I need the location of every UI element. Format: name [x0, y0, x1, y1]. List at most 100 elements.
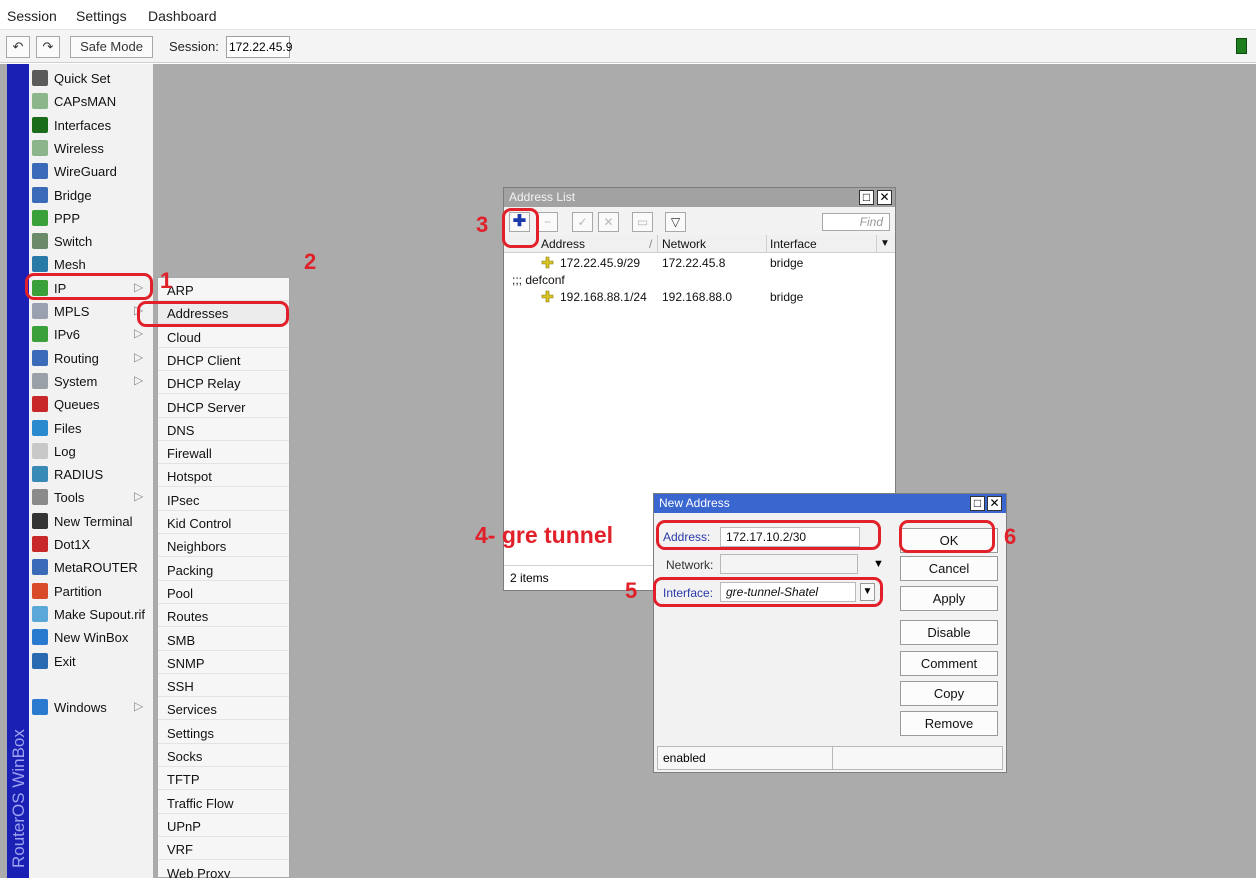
windows-icon [32, 698, 48, 715]
submenu-item-snmp[interactable]: SNMP [158, 651, 289, 674]
submenu-item-dhcp-client[interactable]: DHCP Client [158, 348, 289, 371]
submenu-item-ssh[interactable]: SSH [158, 674, 289, 698]
submenu-item-settings[interactable]: Settings [158, 721, 289, 744]
submenu-item-pool[interactable]: Pool [158, 581, 289, 604]
maximize-button[interactable]: □ [970, 496, 985, 511]
submenu-item-hotspot[interactable]: Hotspot [158, 464, 289, 488]
submenu-item-dns[interactable]: DNS [158, 418, 289, 441]
filter-button[interactable]: ▽ [665, 212, 686, 232]
submenu-item-routes[interactable]: Routes [158, 604, 289, 628]
submenu-item-kid-control[interactable]: Kid Control [158, 511, 289, 534]
supout-icon [32, 605, 48, 622]
column-interface[interactable]: Interface [770, 237, 817, 251]
sidebar-item-label: Switch [54, 234, 93, 250]
apply-button[interactable]: Apply [900, 586, 998, 611]
safe-mode-button[interactable]: Safe Mode [70, 36, 153, 58]
column-address[interactable]: Address [541, 237, 585, 251]
comment-button[interactable]: Comment [900, 651, 998, 676]
submenu-item-dhcp-server[interactable]: DHCP Server [158, 395, 289, 418]
submenu-item-label: Web Proxy [167, 865, 231, 878]
sidebar-item-wireguard[interactable]: WireGuard [29, 160, 153, 182]
sidebar-item-quick-set[interactable]: Quick Set [29, 67, 153, 89]
cancel-button[interactable]: Cancel [900, 556, 998, 581]
submenu-item-smb[interactable]: SMB [158, 628, 289, 651]
submenu-item-vrf[interactable]: VRF [158, 837, 289, 861]
submenu-item-label: Traffic Flow [167, 795, 234, 811]
submenu-item-socks[interactable]: Socks [158, 744, 289, 767]
maximize-button[interactable]: □ [859, 190, 874, 205]
close-button[interactable]: ✕ [877, 190, 892, 205]
left-menu: Quick Set CAPsMAN Interfaces Wireless WireGu… [29, 64, 153, 878]
copy-button[interactable]: Copy [900, 681, 998, 706]
submenu-item-upnp[interactable]: UPnP [158, 814, 289, 837]
column-network[interactable]: Network [662, 237, 706, 251]
new-address-title[interactable]: New Address [654, 494, 1006, 513]
menu-settings[interactable]: Settings [76, 8, 127, 24]
submenu-item-ipsec[interactable]: IPsec [158, 488, 289, 511]
comment-row[interactable]: ;;; defconf [504, 271, 895, 288]
sidebar-item-interfaces[interactable]: Interfaces [29, 114, 153, 136]
menu-dashboard[interactable]: Dashboard [148, 8, 217, 24]
sidebar-item-routing[interactable]: Routing ▷ [29, 347, 153, 369]
sidebar-item-exit[interactable]: Exit [29, 650, 153, 672]
submenu-arrow-icon: ▷ [134, 698, 144, 713]
sidebar-item-label: Make Supout.rif [54, 606, 146, 622]
sidebar-item-windows[interactable]: Windows ▷ [29, 696, 153, 718]
submenu-item-firewall[interactable]: Firewall [158, 441, 289, 465]
sidebar-item-switch[interactable]: Switch [29, 230, 153, 252]
close-button[interactable]: ✕ [987, 496, 1002, 511]
sidebar-item-system[interactable]: System ▷ [29, 370, 153, 392]
sidebar-item-wireless[interactable]: Wireless [29, 137, 153, 159]
submenu-item-cloud[interactable]: Cloud [158, 325, 289, 348]
sidebar-item-make-supout-rif[interactable]: Make Supout.rif [29, 603, 153, 625]
submenu-item-services[interactable]: Services [158, 697, 289, 721]
sidebar-item-tools[interactable]: Tools ▷ [29, 486, 153, 508]
check-icon: ✓ [577, 215, 588, 229]
table-row[interactable]: 192.168.88.1/24 192.168.88.0 bridge [504, 288, 895, 305]
sidebar-item-mpls[interactable]: MPLS ▷ [29, 300, 153, 322]
remove-button[interactable]: − [537, 212, 558, 232]
sidebar-item-files[interactable]: Files [29, 417, 153, 439]
address-icon [541, 290, 554, 303]
sidebar-item-metarouter[interactable]: MetaROUTER [29, 556, 153, 578]
sidebar-item-ppp[interactable]: PPP [29, 207, 153, 229]
submenu-arrow-icon: ▷ [134, 326, 144, 341]
maximize-icon: □ [862, 190, 871, 204]
redo-button[interactable]: ↷ [36, 36, 60, 58]
find-input[interactable]: Find [822, 213, 890, 231]
sidebar-item-dot1x[interactable]: Dot1X [29, 533, 153, 555]
submenu-item-web-proxy[interactable]: Web Proxy [158, 861, 289, 878]
sidebar-item-capsman[interactable]: CAPsMAN [29, 90, 153, 112]
sidebar-item-new-winbox[interactable]: New WinBox [29, 626, 153, 648]
sidebar-item-new-terminal[interactable]: New Terminal [29, 510, 153, 532]
session-field[interactable]: 172.22.45.9 [226, 36, 292, 58]
submenu-item-tftp[interactable]: TFTP [158, 767, 289, 791]
disable-button[interactable]: ✕ [598, 212, 619, 232]
column-menu-icon[interactable]: ▼ [880, 238, 890, 249]
submenu-item-traffic-flow[interactable]: Traffic Flow [158, 791, 289, 814]
sidebar-item-ipv6[interactable]: IPv6 ▷ [29, 323, 153, 345]
table-row[interactable]: 172.22.45.9/29 172.22.45.8 bridge [504, 254, 895, 271]
network-dropdown-icon[interactable]: ▼ [873, 558, 884, 570]
address-list-title[interactable]: Address List [504, 188, 895, 207]
submenu-item-packing[interactable]: Packing [158, 558, 289, 581]
sidebar-item-label: Windows [54, 699, 107, 715]
disable-button[interactable]: Disable [900, 620, 998, 645]
partition-icon [32, 582, 48, 599]
menu-session[interactable]: Session [7, 8, 57, 24]
sidebar-item-bridge[interactable]: Bridge [29, 184, 153, 206]
sidebar-item-queues[interactable]: Queues [29, 393, 153, 415]
sidebar-item-radius[interactable]: RADIUS [29, 463, 153, 485]
submenu-item-dhcp-relay[interactable]: DHCP Relay [158, 371, 289, 395]
submenu-item-neighbors[interactable]: Neighbors [158, 534, 289, 558]
sidebar-item-log[interactable]: Log [29, 440, 153, 462]
sidebar-item-label: PPP [54, 210, 81, 226]
comment-button[interactable]: ▭ [632, 212, 653, 232]
undo-button[interactable]: ↶ [6, 36, 30, 58]
submenu-item-arp[interactable]: ARP [158, 278, 289, 301]
annotation-ok-box [899, 520, 995, 553]
enable-button[interactable]: ✓ [572, 212, 593, 232]
sidebar-item-partition[interactable]: Partition [29, 580, 153, 602]
network-input[interactable] [720, 554, 858, 574]
remove-button[interactable]: Remove [900, 711, 998, 736]
